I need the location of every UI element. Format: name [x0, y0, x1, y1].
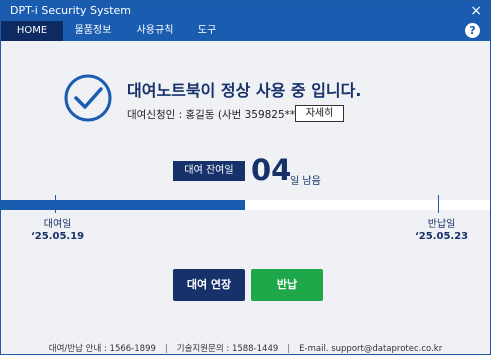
end-date-value: ‘25.05.23 — [415, 231, 469, 242]
start-date: 대여일 ‘25.05.19 — [31, 219, 84, 243]
menu-bar: HOME 물품정보 사용규칙 도구 ? — [1, 21, 490, 41]
menu-item-tools[interactable]: 도구 — [185, 21, 229, 41]
status-title: 대여노트북이 정상 사용 중 입니다. — [127, 81, 362, 100]
window-title: DPT-i Security System — [10, 4, 132, 17]
return-button[interactable]: 반납 — [251, 269, 323, 301]
help-icon[interactable]: ? — [465, 23, 480, 38]
rental-progress-bar — [1, 200, 490, 210]
app-window: DPT-i Security System × HOME 물품정보 사용규칙 도… — [0, 0, 491, 355]
menu-home[interactable]: HOME — [1, 21, 63, 41]
menu-item-rules[interactable]: 사용규칙 — [125, 21, 185, 41]
extend-rental-button[interactable]: 대여 연장 — [173, 269, 245, 301]
start-date-label: 대여일 — [43, 219, 72, 230]
footer: 대여/반납 안내 : 1566-1899 | 기술지원문의 : 1588-1449 |… — [48, 344, 443, 354]
detail-button[interactable]: 자세히 — [295, 105, 344, 122]
footer-rental-info: 대여/반납 안내 : 1566-1899 — [48, 344, 156, 354]
end-date-label: 반납일 — [427, 219, 456, 230]
title-bar: DPT-i Security System × — [1, 1, 490, 21]
remaining-days-unit: 일 남음 — [290, 176, 321, 187]
remaining-days-value: 04 — [251, 153, 292, 187]
footer-email: E-mail. support@dataprotec.co.kr — [299, 344, 443, 354]
rental-progress-fill — [1, 200, 245, 210]
footer-tech-support: 기술지원문의 : 1588-1449 — [176, 344, 279, 354]
menu-item-info[interactable]: 물품정보 — [63, 21, 123, 41]
start-date-tick — [55, 195, 56, 213]
end-date: 반납일 ‘25.05.23 — [415, 219, 468, 243]
start-date-value: ‘25.05.19 — [31, 231, 85, 242]
remaining-days-label: 대여 잔여일 — [173, 161, 245, 181]
check-circle-icon — [64, 74, 112, 122]
end-date-tick — [438, 195, 439, 213]
close-icon[interactable]: × — [470, 1, 482, 21]
renter-info: 대여신청인 : 홍길동 (사번 359825**) — [127, 109, 300, 121]
